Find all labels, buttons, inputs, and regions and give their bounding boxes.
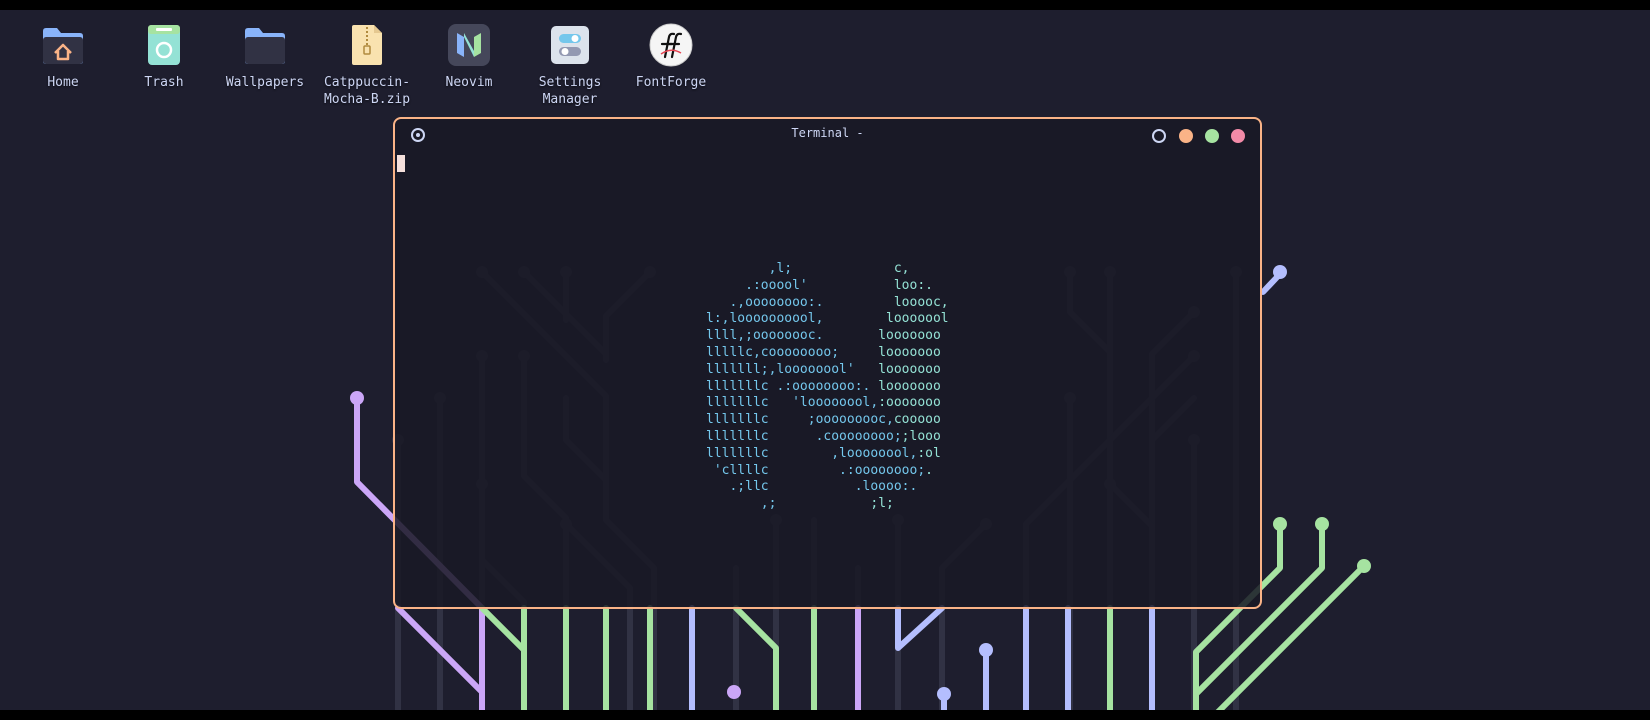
ascii-line-left: lllllc,coooooooo;: [706, 344, 840, 360]
ascii-line-right: :ooooooo: [878, 395, 941, 411]
ascii-line-right: looooooo: [854, 361, 941, 377]
ascii-line-right: :ol: [917, 445, 941, 461]
ascii-line-left: lllllllc 'loooooool,: [706, 395, 879, 411]
terminal-titlebar[interactable]: Terminal -: [395, 119, 1260, 149]
ascii-line-right: cooooo: [893, 412, 941, 428]
desktop-icon-label: Home: [47, 75, 79, 90]
ascii-line-left: lllllllc ,loooooool,: [706, 445, 918, 461]
ascii-line-right: looooooo: [839, 344, 941, 360]
ascii-line-left: 'cllllc .:oooooooo;: [706, 462, 926, 478]
shade-button[interactable]: [1152, 129, 1166, 143]
desktop-icon-wallpapers[interactable]: Wallpapers: [215, 22, 315, 91]
text-cursor: [397, 155, 405, 172]
neovim-icon: [446, 22, 492, 68]
desktop-icon-home[interactable]: Home: [13, 22, 113, 91]
maximize-button[interactable]: [1205, 129, 1219, 143]
trash-icon: [141, 22, 187, 68]
desktop-icon-settings-manager[interactable]: Settings Manager: [520, 22, 620, 108]
ascii-line-left: l:,loooooooool,: [706, 311, 824, 327]
ascii-line-left: ,l;: [706, 261, 793, 276]
desktop-icon-label: FontForge: [635, 75, 707, 90]
ascii-line-left: lllllllc ;ooooooooc,: [706, 412, 894, 428]
desktop-icon-trash[interactable]: Trash: [114, 22, 214, 91]
close-button[interactable]: [1231, 129, 1245, 143]
ascii-line-right: looooooo: [823, 328, 941, 344]
desktop-icon-fontforge[interactable]: FontForge: [621, 22, 721, 91]
zip-archive-icon: [344, 22, 390, 68]
ascii-line-right: loo:.: [807, 277, 933, 293]
terminal-window[interactable]: Terminal - ,l; c, .:ooool' loo:. .,ooooo…: [393, 117, 1262, 609]
ascii-line-right: looooc,: [823, 294, 949, 310]
ascii-line-right: ;looo: [901, 428, 941, 444]
desktop-icon-zip[interactable]: Catppuccin- Mocha-B.zip: [317, 22, 417, 108]
fontforge-icon: [648, 22, 694, 68]
desktop-icon-neovim[interactable]: Neovim: [419, 22, 519, 91]
desktop-icon-label: Settings Manager: [538, 75, 602, 107]
window-title: Terminal -: [791, 126, 864, 140]
home-folder-icon: [40, 22, 86, 68]
folder-icon: [242, 22, 288, 68]
ascii-line-right: looooool: [823, 311, 949, 327]
ascii-logo: ,l; c, .:ooool' loo:. .,oooooooo:. loooo…: [706, 261, 949, 513]
desktop-icon-label: Trash: [144, 75, 184, 90]
ascii-line-right: looooooo: [870, 378, 941, 394]
minimize-button[interactable]: [1179, 129, 1193, 143]
ascii-line-left: .;llc .loooo:.: [706, 479, 918, 495]
ascii-line-left: .:ooool': [706, 277, 808, 293]
ascii-line-right: ;l;: [776, 496, 894, 512]
ascii-line-left: lllllllc .:oooooooo:.: [706, 378, 871, 394]
ascii-line-left: .,oooooooo:.: [706, 294, 824, 310]
ascii-line-left: lllllll;,loooooool': [706, 361, 855, 377]
ascii-line-left: ,;: [706, 496, 777, 512]
ascii-line-left: lllllllc .coooooooo;: [706, 428, 902, 444]
desktop-icon-label: Wallpapers: [225, 75, 305, 90]
ascii-line-right: .: [925, 462, 933, 478]
ascii-line-right: c,: [792, 261, 910, 276]
desktop-icon-label: Neovim: [445, 75, 493, 90]
top-screen-edge: [0, 0, 1650, 10]
bottom-screen-edge: [0, 710, 1650, 720]
ascii-line-left: llll,;oooooooc.: [706, 328, 824, 344]
desktop-icon-label: Catppuccin- Mocha-B.zip: [323, 75, 411, 107]
settings-manager-icon: [547, 22, 593, 68]
